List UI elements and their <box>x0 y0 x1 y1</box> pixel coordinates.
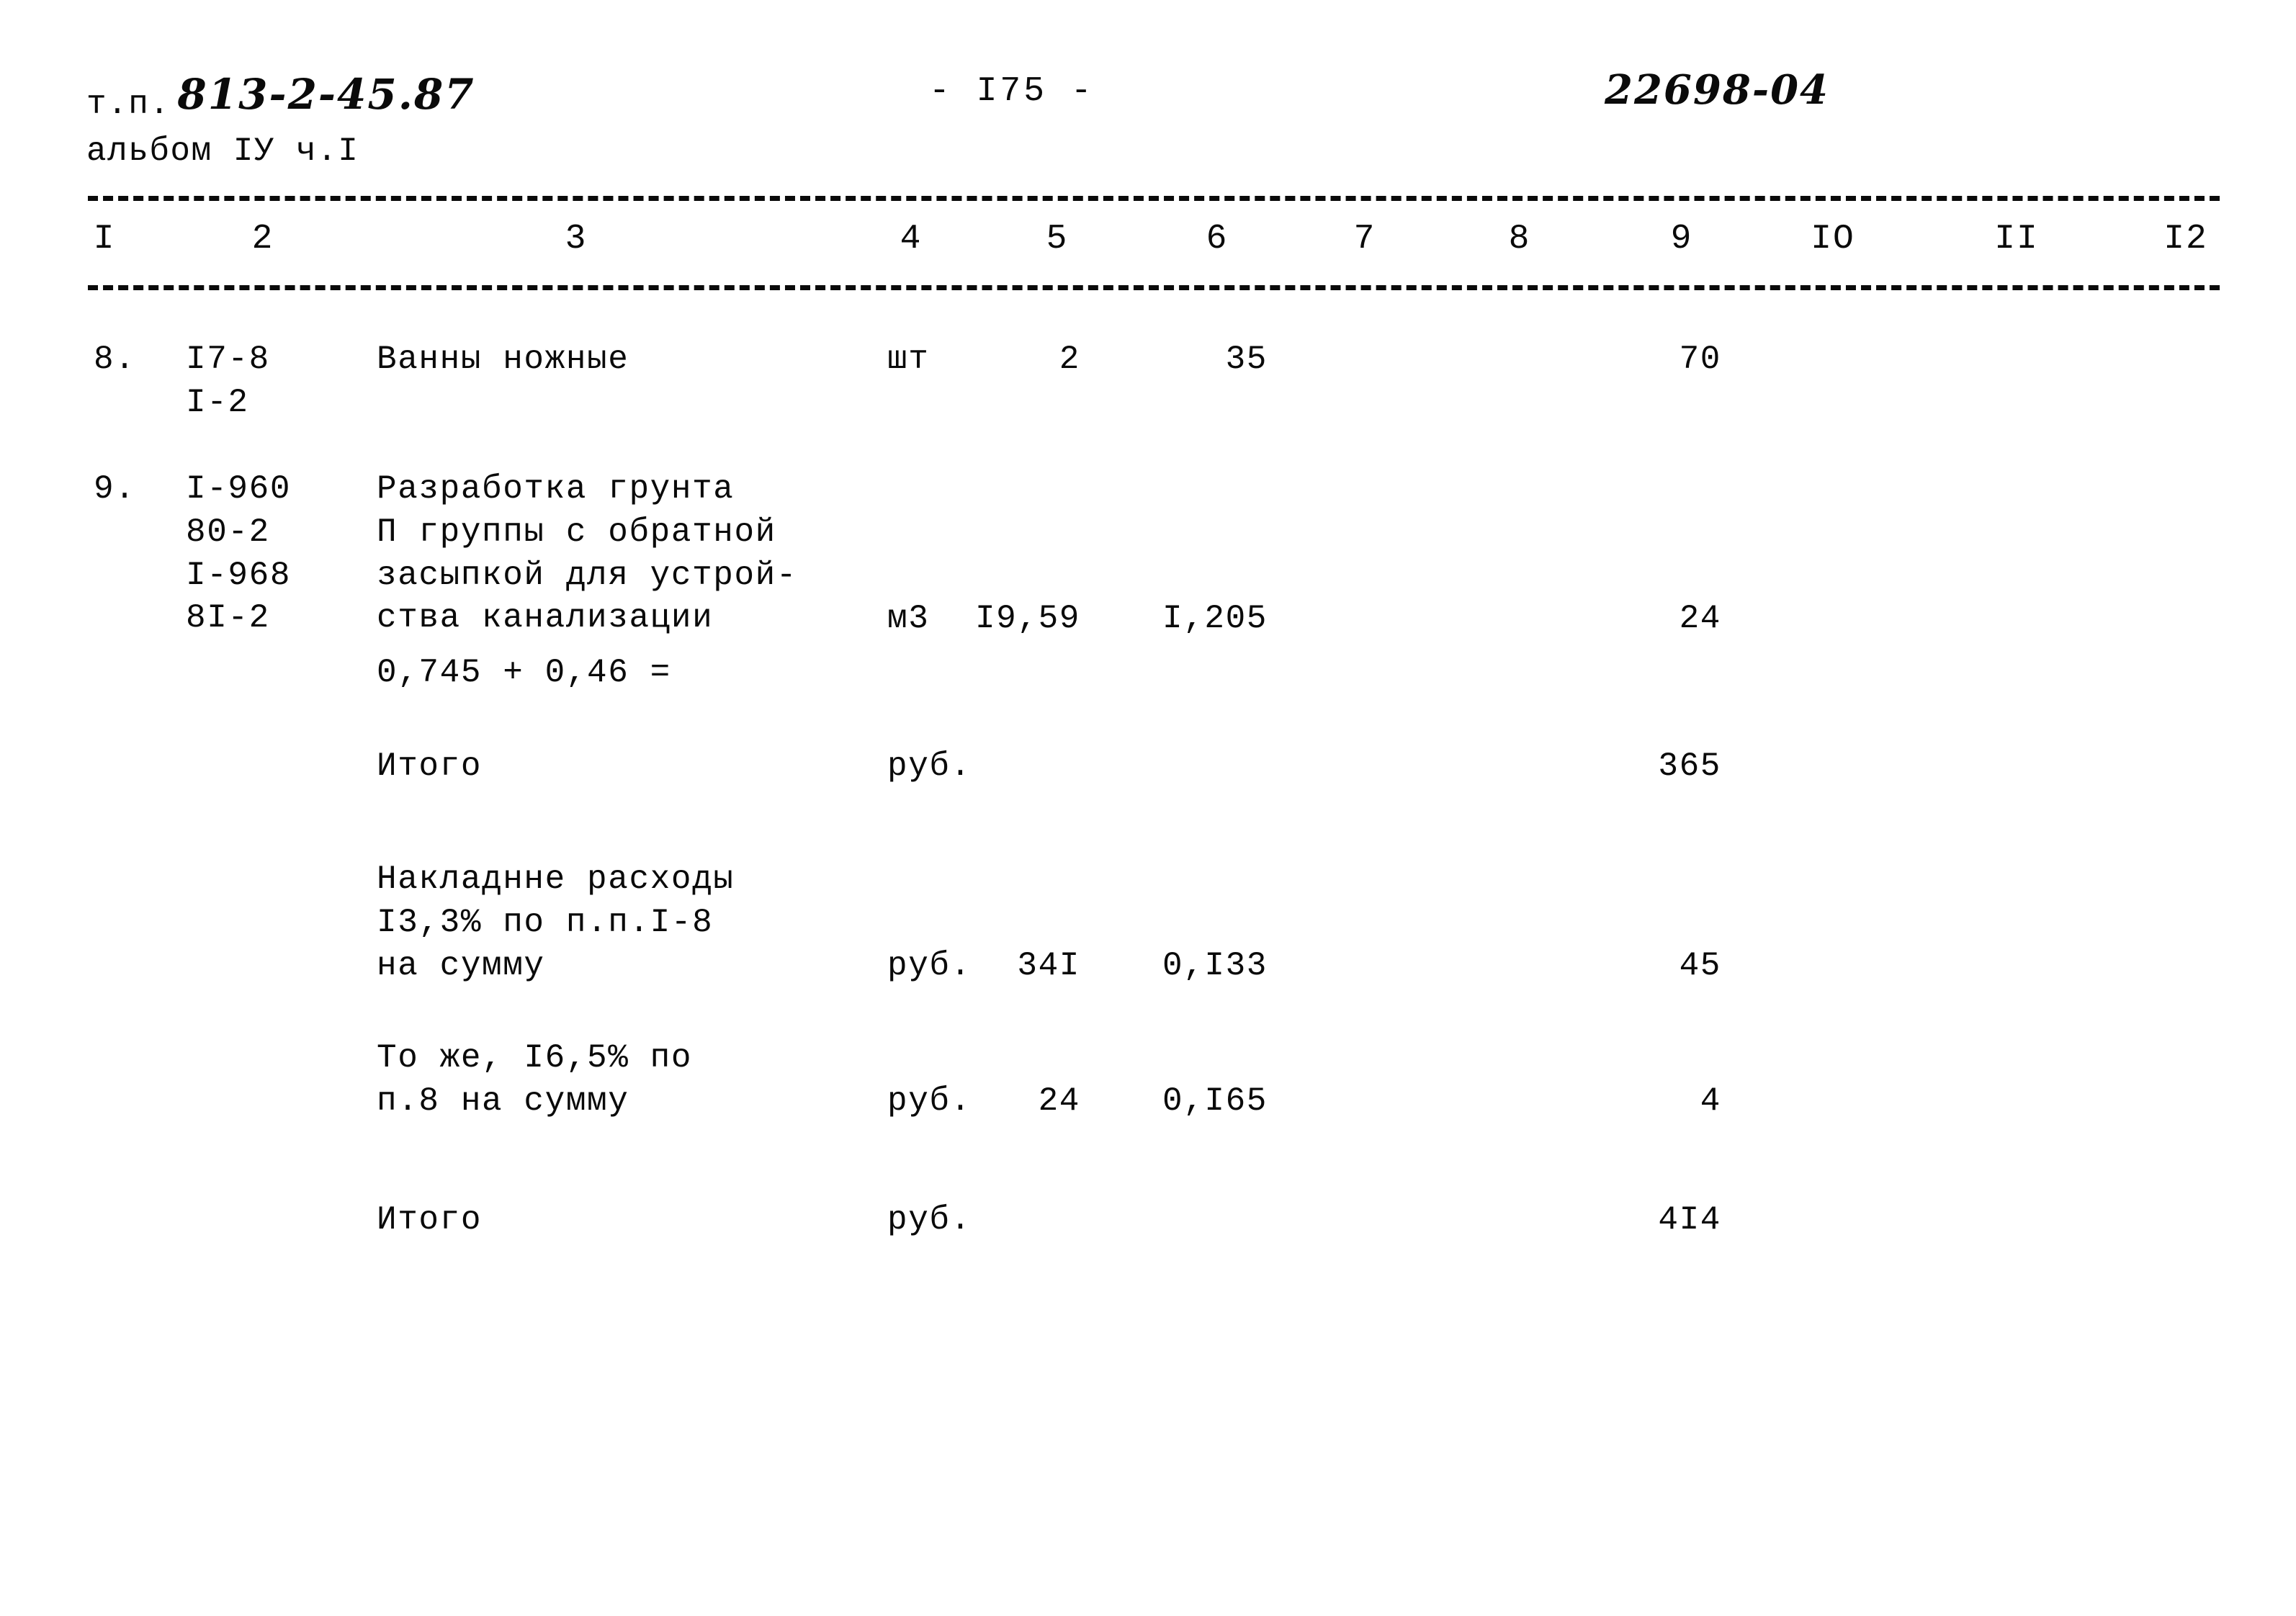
row-description: Итого <box>377 1201 483 1239</box>
page-number: - I75 - <box>929 72 1095 111</box>
row-norm-code: I-960 80-2 I-968 8I-2 <box>186 470 292 637</box>
table-column-numbers: I 2 3 4 5 6 7 8 9 IO II I2 <box>0 220 2296 270</box>
column-number: 6 <box>1206 220 1229 259</box>
row-unit: руб. <box>887 748 972 785</box>
column-number: I <box>93 220 116 259</box>
column-number: 9 <box>1670 220 1693 259</box>
column-number: 5 <box>1046 220 1069 259</box>
row-description: То же, I6,5% по п.8 на сумму <box>377 1039 693 1120</box>
column-number: IO <box>1811 220 1855 259</box>
row-total-cost: 365 <box>1658 748 1721 785</box>
column-number: 3 <box>565 220 588 259</box>
row-unit-price: 35 <box>1225 341 1268 378</box>
row-total-cost: 45 <box>1679 947 1721 984</box>
document-code: 22698-04 <box>1605 66 1829 114</box>
row-unit: руб. <box>887 1082 972 1120</box>
row-total-cost: 4I4 <box>1658 1201 1721 1239</box>
row-total-cost: 24 <box>1679 600 1721 637</box>
column-number: II <box>1994 220 2039 259</box>
row-norm-code: I7-8 I-2 <box>186 341 270 421</box>
document-page: т.п. 813-2-45.87 альбом IУ ч.I - I75 - 22… <box>0 0 2296 1616</box>
row-unit: руб. <box>887 947 972 984</box>
row-unit-price: 0,I33 <box>1162 947 1268 984</box>
row-quantity: 34I <box>1017 947 1080 984</box>
table-rule-top <box>88 196 2220 201</box>
type-designation-label: т.п. <box>86 86 171 123</box>
row-description: Ванны ножные <box>377 341 629 378</box>
type-designation-code: 813-2-45.87 <box>177 70 475 119</box>
column-number: 7 <box>1353 220 1376 259</box>
row-unit-price: I,205 <box>1162 600 1268 637</box>
row-description: Разработка грунта П группы с обратной за… <box>377 470 798 637</box>
row-number: 9. <box>94 470 136 508</box>
row-unit: м3 <box>887 600 930 637</box>
row-number: 8. <box>94 341 136 378</box>
row-quantity: 24 <box>1038 1082 1080 1120</box>
column-number: 4 <box>900 220 923 259</box>
row-description: 0,745 + 0,46 = <box>377 654 671 691</box>
row-unit-price: 0,I65 <box>1162 1082 1268 1120</box>
type-designation-line: т.п. 813-2-45.87 <box>86 69 475 128</box>
column-number: 2 <box>251 220 274 259</box>
row-unit: руб. <box>887 1201 972 1239</box>
column-number: I2 <box>2163 220 2208 259</box>
column-number: 8 <box>1508 220 1531 259</box>
row-unit: шт <box>887 341 930 378</box>
row-quantity: 2 <box>1059 341 1080 378</box>
row-description: Накладнне расходы I3,3% по п.п.I-8 на су… <box>377 861 735 984</box>
row-total-cost: 4 <box>1700 1082 1721 1120</box>
table-rule-bottom <box>88 285 2220 290</box>
row-total-cost: 70 <box>1679 341 1721 378</box>
album-label: альбом IУ ч.I <box>86 133 359 171</box>
row-description: Итого <box>377 748 483 785</box>
document-header-left: т.п. 813-2-45.87 альбом IУ ч.I <box>86 69 475 176</box>
row-quantity: I9,59 <box>974 600 1080 637</box>
